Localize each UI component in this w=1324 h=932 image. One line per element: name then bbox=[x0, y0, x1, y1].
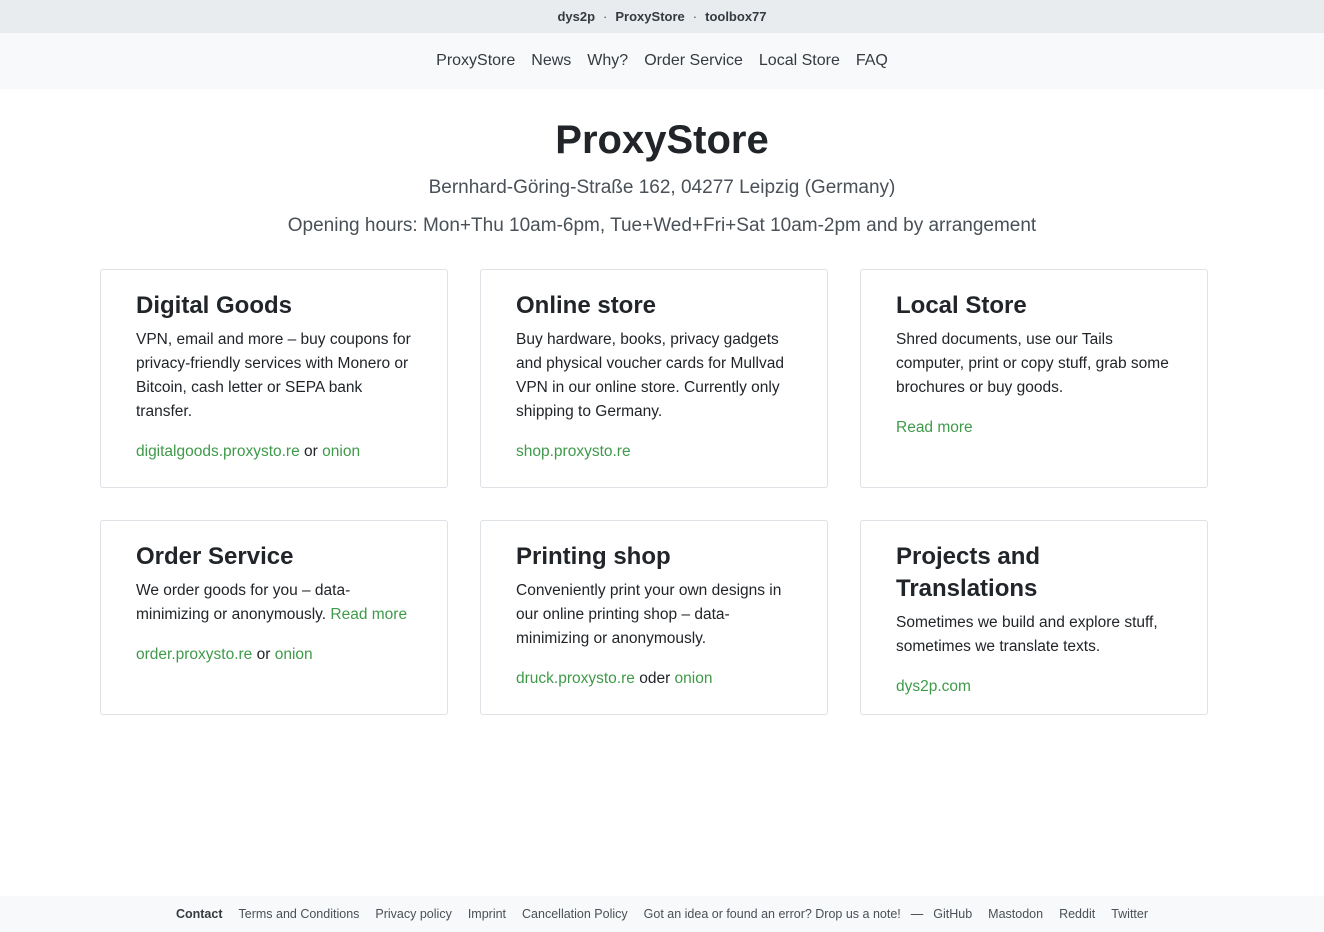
link-joiner: or bbox=[304, 443, 318, 460]
card-text: We order goods for you – data-minimizing… bbox=[136, 579, 412, 627]
footer-link-cancellation[interactable]: Cancellation Policy bbox=[522, 907, 628, 921]
card-links: shop.proxysto.re bbox=[516, 440, 792, 464]
card-text: Sometimes we build and explore stuff, so… bbox=[896, 614, 1158, 655]
card-links: digitalgoods.proxysto.re or onion bbox=[136, 440, 412, 464]
footer: Contact Terms and Conditions Privacy pol… bbox=[0, 896, 1324, 932]
card-title: Printing shop bbox=[516, 543, 671, 570]
nav-item-why[interactable]: Why? bbox=[587, 52, 628, 70]
nav-item-proxystore[interactable]: ProxyStore bbox=[436, 52, 515, 70]
read-more-link[interactable]: Read more bbox=[330, 606, 407, 623]
opening-hours: Opening hours: Mon+Thu 10am-6pm, Tue+Wed… bbox=[287, 215, 1037, 236]
card-printing-shop: Printing shop Conveniently print your ow… bbox=[480, 520, 828, 715]
card-title: Digital Goods bbox=[136, 292, 292, 319]
onion-link[interactable]: onion bbox=[322, 443, 360, 460]
link-joiner: oder bbox=[639, 670, 671, 687]
card-title: Local Store bbox=[896, 292, 1027, 319]
onion-link[interactable]: onion bbox=[275, 646, 313, 663]
hero: ProxyStore Bernhard-Göring-Straße 162, 0… bbox=[0, 112, 1324, 240]
card-digital-goods: Digital Goods VPN, email and more – buy … bbox=[100, 269, 448, 488]
card-text-body: We order goods for you – data-minimizing… bbox=[136, 582, 351, 623]
nav-item-local-store[interactable]: Local Store bbox=[759, 52, 840, 70]
card-links: order.proxysto.re or onion bbox=[136, 643, 412, 667]
card-title: Order Service bbox=[136, 543, 294, 570]
footer-contact-link[interactable]: Contact bbox=[176, 907, 223, 921]
digitalgoods-link[interactable]: digitalgoods.proxysto.re bbox=[136, 443, 300, 460]
topbar-separator: · bbox=[603, 9, 608, 24]
nav-item-news[interactable]: News bbox=[531, 52, 571, 70]
card-text: Shred documents, use our Tails computer,… bbox=[896, 331, 1169, 396]
topbar-link-toolbox77[interactable]: toolbox77 bbox=[705, 9, 766, 24]
footer-link-terms[interactable]: Terms and Conditions bbox=[239, 907, 360, 921]
onion-link[interactable]: onion bbox=[675, 670, 713, 687]
footer-link-mastodon[interactable]: Mastodon bbox=[988, 907, 1043, 921]
card-text: Buy hardware, books, privacy gadgets and… bbox=[516, 331, 784, 420]
footer-link-github[interactable]: GitHub bbox=[933, 907, 972, 921]
card-text: Conveniently print your own designs in o… bbox=[516, 582, 782, 647]
dys2p-link[interactable]: dys2p.com bbox=[896, 678, 971, 695]
card-title: Online store bbox=[516, 292, 657, 319]
card-order-service: Order Service We order goods for you – d… bbox=[100, 520, 448, 715]
card-text: VPN, email and more – buy coupons for pr… bbox=[136, 331, 411, 420]
nav-item-faq[interactable]: FAQ bbox=[856, 52, 888, 70]
card-links: druck.proxysto.re oder onion bbox=[516, 667, 792, 691]
druck-link[interactable]: druck.proxysto.re bbox=[516, 670, 635, 687]
store-address: Bernhard-Göring-Straße 162, 04277 Leipzi… bbox=[428, 177, 896, 198]
footer-link-imprint[interactable]: Imprint bbox=[468, 907, 506, 921]
read-more-link[interactable]: Read more bbox=[896, 419, 973, 436]
card-title: Projects and Translations bbox=[896, 543, 1041, 602]
footer-link-twitter[interactable]: Twitter bbox=[1111, 907, 1148, 921]
card-links: dys2p.com bbox=[896, 675, 1172, 699]
card-local-store: Local Store Shred documents, use our Tai… bbox=[860, 269, 1208, 488]
order-link[interactable]: order.proxysto.re bbox=[136, 646, 252, 663]
top-bar: dys2p · ProxyStore · toolbox77 bbox=[0, 0, 1324, 33]
shop-link[interactable]: shop.proxysto.re bbox=[516, 443, 631, 460]
footer-link-feedback[interactable]: Got an idea or found an error? Drop us a… bbox=[644, 907, 901, 921]
topbar-link-dys2p[interactable]: dys2p bbox=[557, 9, 595, 24]
card-online-store: Online store Buy hardware, books, privac… bbox=[480, 269, 828, 488]
card-projects-translations: Projects and Translations Sometimes we b… bbox=[860, 520, 1208, 715]
footer-link-privacy[interactable]: Privacy policy bbox=[375, 907, 451, 921]
main-nav: ProxyStore News Why? Order Service Local… bbox=[0, 33, 1324, 89]
nav-item-order-service[interactable]: Order Service bbox=[644, 52, 743, 70]
topbar-link-proxystore[interactable]: ProxyStore bbox=[615, 9, 684, 24]
link-joiner: or bbox=[256, 646, 271, 663]
footer-link-reddit[interactable]: Reddit bbox=[1059, 907, 1095, 921]
page-title: ProxyStore bbox=[555, 118, 769, 162]
card-links: Read more bbox=[896, 416, 1172, 440]
footer-separator: — bbox=[910, 907, 924, 921]
topbar-separator: · bbox=[692, 9, 698, 24]
